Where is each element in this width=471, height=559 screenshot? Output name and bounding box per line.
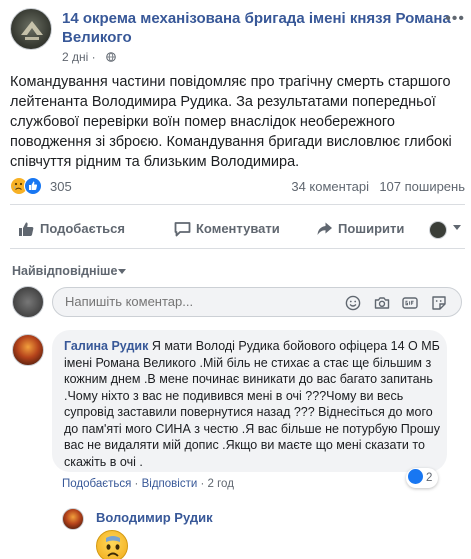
sort-chevron-down-icon[interactable]	[118, 269, 126, 274]
share-arrow-icon	[317, 222, 332, 235]
post-actions-bar: Подобається Коментувати Поширити	[10, 212, 465, 246]
divider	[10, 204, 465, 205]
comment-composer[interactable]	[52, 287, 462, 317]
worried-face-icon	[96, 530, 128, 559]
comment-button-label: Коментувати	[196, 221, 280, 236]
more-options-icon[interactable]: •••	[445, 10, 465, 28]
page-name-link[interactable]: 14 окрема механізована бригада імені кня…	[62, 9, 457, 47]
comment-reply-link[interactable]: Відповісти	[142, 478, 198, 490]
comment-reaction-count: 2	[426, 472, 433, 484]
comment-sort-dropdown[interactable]: Найвідповідніше	[12, 264, 117, 278]
chevron-down-icon[interactable]	[453, 225, 461, 230]
sticker-icon[interactable]	[431, 295, 447, 311]
time-separator: ·	[91, 50, 96, 64]
like-button[interactable]: Подобається	[18, 218, 138, 240]
like-reaction-icon	[408, 469, 423, 485]
comment-like-link[interactable]: Подобається	[62, 478, 131, 490]
post-text: Командування частини повідомляє про траг…	[10, 74, 452, 170]
comment-meta: Подобається · Відповісти · 2 год	[62, 478, 234, 490]
like-button-label: Подобається	[40, 221, 125, 236]
comment-button[interactable]: Коментувати	[174, 218, 294, 240]
comment-text: Я мати Володі Рудика бойового офіцера 14…	[64, 339, 440, 469]
gif-icon[interactable]	[402, 295, 418, 311]
like-reaction-icon	[24, 177, 42, 195]
meta-separator: ·	[134, 478, 139, 490]
reactions-summary[interactable]: 305 34 коментарі 107 поширень	[10, 176, 465, 198]
divider	[10, 248, 465, 249]
post-as-avatar[interactable]	[429, 221, 447, 239]
share-count-link[interactable]: 107 поширень	[379, 179, 465, 194]
post-timestamp[interactable]: 2 дні ·	[62, 50, 96, 64]
camera-icon[interactable]	[374, 295, 390, 311]
meta-separator: ·	[200, 478, 205, 490]
page-avatar[interactable]	[10, 8, 52, 50]
reaction-count[interactable]: 305	[50, 179, 72, 194]
comment-author-link[interactable]: Галина Рудик	[64, 339, 148, 353]
share-button[interactable]: Поширити	[316, 218, 416, 240]
post-time[interactable]: 2 дні	[62, 50, 88, 64]
commenter-avatar[interactable]	[12, 334, 44, 366]
brigade-emblem-icon	[21, 21, 43, 40]
post-header: 14 окрема механізована бригада імені кня…	[10, 8, 465, 68]
comment-bubble-icon	[174, 222, 191, 237]
comment-body: Галина Рудик Я мати Володі Рудика бойово…	[64, 338, 440, 470]
globe-icon	[106, 52, 116, 62]
emoji-icon[interactable]	[345, 295, 361, 311]
comment-reaction-badge[interactable]: 2	[406, 468, 439, 488]
comment-count-link[interactable]: 34 коментарі	[291, 179, 369, 194]
comment-input[interactable]	[65, 294, 275, 309]
share-button-label: Поширити	[338, 221, 405, 236]
thumbs-up-icon	[19, 222, 34, 236]
comment-time[interactable]: 2 год	[208, 478, 234, 490]
current-user-avatar	[12, 286, 44, 318]
reply-author-avatar[interactable]	[62, 508, 84, 530]
reply-author-link[interactable]: Володимир Рудик	[96, 510, 213, 525]
comment-bubble: Галина Рудик Я мати Володі Рудика бойово…	[52, 330, 447, 472]
